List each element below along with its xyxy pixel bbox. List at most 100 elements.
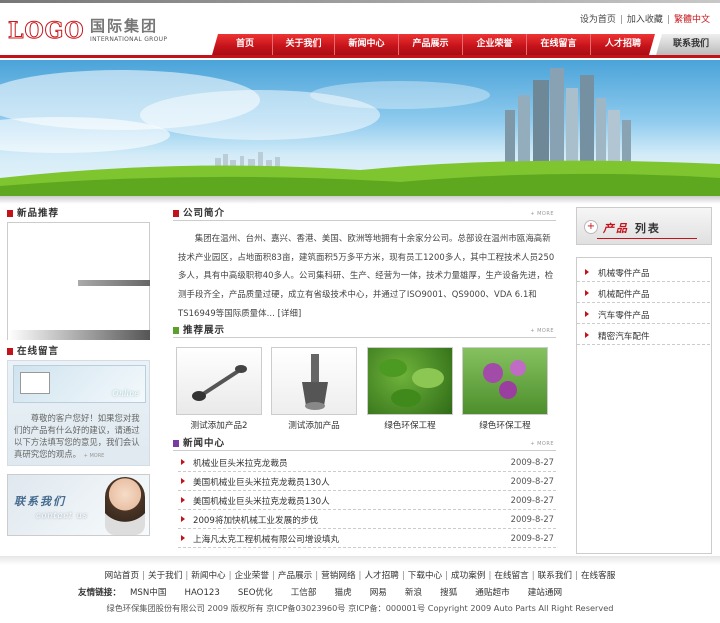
title-underline — [597, 238, 697, 239]
news-row[interactable]: 上海凡太克工程机械有限公司增设填丸 2009-8-27 — [178, 529, 556, 548]
category-label[interactable]: 精密汽车配件 — [598, 330, 650, 342]
message-box[interactable]: Online 尊敬的客户您好！如果您对我们的产品有什么好的建议，请通过以下方法填… — [7, 360, 150, 466]
footer-link[interactable]: 产品展示 — [278, 571, 312, 581]
product-thumb-4[interactable] — [462, 347, 548, 415]
product-list-title-red: 产品 — [603, 222, 629, 235]
friend-link[interactable]: 通贴超市 — [466, 588, 518, 598]
red-arrow-icon — [181, 535, 185, 541]
nav-item-about[interactable]: 关于我们 — [273, 34, 335, 55]
top-links: 设为首页 | 加入收藏 | 繁體中文 — [578, 12, 712, 25]
separator: | — [315, 571, 319, 581]
nav-item-honors[interactable]: 企业荣誉 — [463, 34, 527, 55]
add-favorite-link[interactable]: 加入收藏 — [625, 15, 665, 25]
product-caption-1[interactable]: 测试添加产品2 — [176, 419, 262, 431]
footer-link[interactable]: 下载中心 — [408, 571, 442, 581]
red-arrow-icon — [585, 311, 589, 317]
footer-link[interactable]: 在线留言 — [494, 571, 528, 581]
category-label[interactable]: 汽车零件产品 — [598, 309, 650, 321]
logo[interactable]: LOGO — [8, 20, 85, 43]
traditional-chinese-link[interactable]: 繁體中文 — [672, 15, 712, 25]
category-item[interactable]: 机械配件产品 — [577, 282, 710, 303]
footer-link[interactable]: 在线客服 — [581, 571, 615, 581]
friend-link[interactable]: MSN中国 — [121, 588, 176, 598]
news-row[interactable]: 2009将加快机械工业发展的步伐 2009-8-27 — [178, 510, 556, 529]
products-more-link[interactable]: + MORE — [530, 328, 554, 334]
footer-link[interactable]: 联系我们 — [538, 571, 572, 581]
red-arrow-icon — [181, 478, 185, 484]
product-thumb-2[interactable] — [271, 347, 357, 415]
friend-link[interactable]: SEO优化 — [229, 588, 282, 598]
friend-link[interactable]: 建站通网 — [519, 588, 571, 598]
footer-link[interactable]: 企业荣誉 — [235, 571, 269, 581]
news-more-link[interactable]: + MORE — [530, 441, 554, 447]
product-thumb-3[interactable] — [367, 347, 453, 415]
footer-link[interactable]: 营销网络 — [321, 571, 355, 581]
friend-link[interactable]: 搜狐 — [431, 588, 466, 598]
category-label[interactable]: 机械零件产品 — [598, 267, 650, 279]
category-label[interactable]: 机械配件产品 — [598, 288, 650, 300]
nav-item-products[interactable]: 产品展示 — [399, 34, 463, 55]
nav-item-jobs[interactable]: 人才招聘 — [591, 34, 655, 55]
product-thumb-1[interactable] — [176, 347, 262, 415]
separator: | — [666, 15, 670, 25]
separator: | — [142, 571, 145, 581]
separator: | — [228, 571, 232, 581]
purple-square-icon — [173, 440, 179, 447]
footer-link[interactable]: 关于我们 — [148, 571, 182, 581]
category-item[interactable]: 精密汽车配件 — [577, 324, 710, 345]
news-row-title[interactable]: 机械业巨头米拉克龙裁员 — [193, 457, 288, 469]
contact-us-banner[interactable]: 联系我们 contact us — [7, 474, 150, 536]
set-homepage-link[interactable]: 设为首页 — [578, 15, 618, 25]
news-row-title[interactable]: 2009将加快机械工业发展的步伐 — [193, 514, 318, 526]
new-products-title: 新品推荐 — [17, 208, 60, 219]
nav-item-news[interactable]: 新闻中心 — [335, 34, 399, 55]
green-square-icon — [173, 327, 179, 334]
product-caption-4[interactable]: 绿色环保工程 — [462, 419, 548, 431]
footer-divider — [0, 556, 720, 565]
friend-link[interactable]: 猫虎 — [325, 588, 360, 598]
product-caption-2[interactable]: 测试添加产品 — [271, 419, 357, 431]
products-title: 推荐展示 — [183, 325, 226, 336]
news-row[interactable]: 美国机械业巨头米拉克龙裁员130人 2009-8-27 — [178, 472, 556, 491]
new-products-box — [7, 222, 150, 340]
message-title: 在线留言 — [17, 346, 60, 357]
red-square-icon — [173, 210, 179, 217]
news-row[interactable]: 美国机械业巨头米拉克龙裁员130人 2009-8-27 — [178, 491, 556, 510]
news-title: 新闻中心 — [183, 438, 226, 449]
product-caption-3[interactable]: 绿色环保工程 — [367, 419, 453, 431]
copyright: 绿色环保集团股份有限公司 2009 版权所有 京ICP备03023960号 京I… — [106, 603, 614, 613]
about-header: 公司简介 + MORE — [173, 207, 556, 221]
footer-link[interactable]: 人才招聘 — [364, 571, 398, 581]
news-row-title[interactable]: 美国机械业巨头米拉克龙裁员130人 — [193, 495, 330, 507]
red-arrow-icon — [181, 497, 185, 503]
footer-link[interactable]: 新闻中心 — [191, 571, 225, 581]
news-header: 新闻中心 + MORE — [173, 437, 556, 451]
news-row-title[interactable]: 上海凡太克工程机械有限公司增设填丸 — [193, 533, 339, 545]
red-square-icon — [7, 348, 13, 355]
customer-service-avatar — [105, 477, 145, 535]
company-name-en: INTERNATIONAL GROUP — [90, 36, 168, 43]
friend-link[interactable]: 工信部 — [282, 588, 326, 598]
about-title: 公司简介 — [183, 208, 226, 219]
category-item[interactable]: 汽车零件产品 — [577, 303, 710, 324]
nav-item-message[interactable]: 在线留言 — [527, 34, 591, 55]
nav-item-home[interactable]: 首页 — [218, 34, 273, 55]
main-nav: 首页 关于我们 新闻中心 产品展示 企业荣誉 在线留言 人才招聘 联系我们 — [212, 34, 720, 55]
nav-item-contact[interactable]: 联系我们 — [656, 34, 720, 55]
friend-link[interactable]: 新浪 — [396, 588, 431, 598]
footer-link[interactable]: 网站首页 — [105, 571, 139, 581]
footer-link[interactable]: 成功案例 — [451, 571, 485, 581]
about-more-link[interactable]: + MORE — [530, 211, 554, 217]
contact-subtitle: contact us — [36, 511, 88, 520]
online-banner[interactable]: Online — [13, 365, 146, 403]
news-row-title[interactable]: 美国机械业巨头米拉克龙裁员130人 — [193, 476, 330, 488]
message-more-link[interactable]: + MORE — [84, 453, 105, 459]
laptop-icon — [20, 372, 50, 394]
red-arrow-icon — [585, 290, 589, 296]
friend-link[interactable]: HAO123 — [175, 588, 228, 598]
products-header: 推荐展示 + MORE — [173, 324, 556, 338]
news-row[interactable]: 机械业巨头米拉克龙裁员 2009-8-27 — [178, 453, 556, 472]
category-item[interactable]: 机械零件产品 — [577, 261, 710, 282]
red-arrow-icon — [181, 459, 185, 465]
friend-link[interactable]: 网易 — [361, 588, 396, 598]
